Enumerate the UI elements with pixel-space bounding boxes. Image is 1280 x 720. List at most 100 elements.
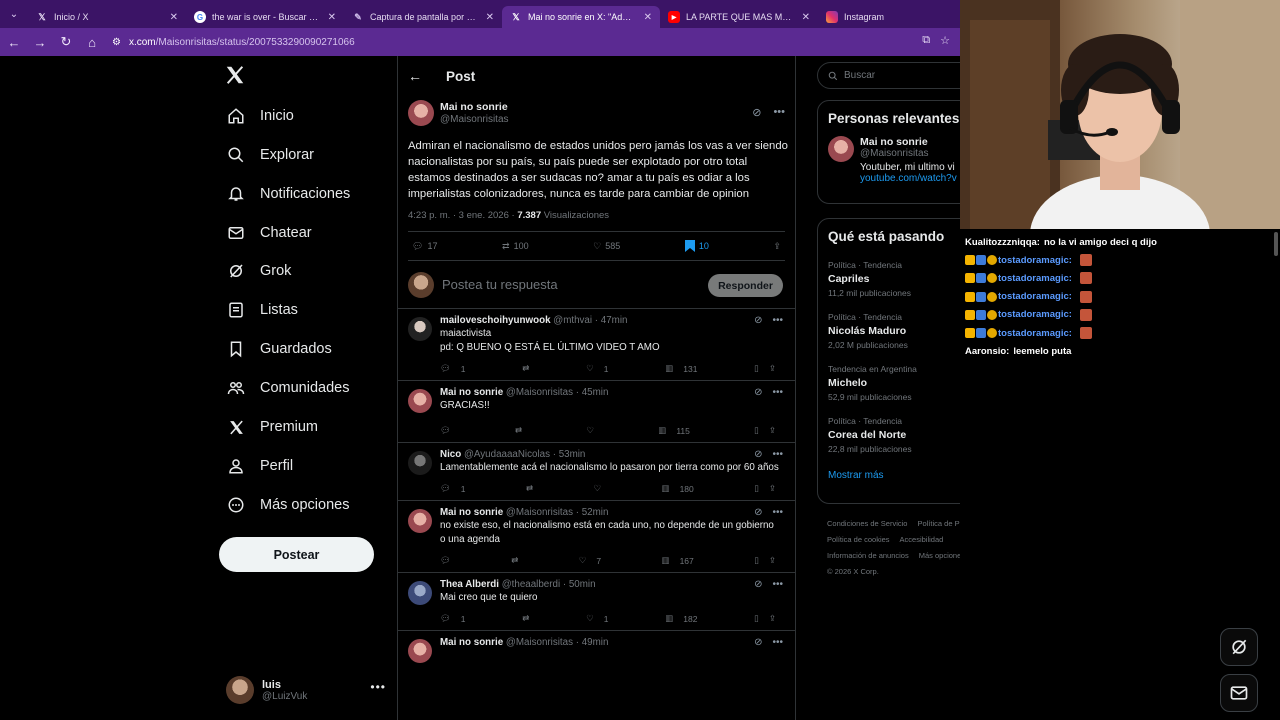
close-tab-icon[interactable]: ✕ [328, 12, 336, 23]
like-button[interactable]: ♡ 1 [586, 613, 608, 624]
account-switcher[interactable]: luis @LuizVuk ••• [226, 674, 386, 706]
reply-button[interactable]: 💬︎ 1 [440, 483, 466, 494]
avatar[interactable] [408, 639, 432, 663]
grok-icon[interactable]: ⊘ [754, 637, 762, 648]
grok-icon[interactable]: ⊘ [752, 106, 761, 119]
repost-icon[interactable]: ⇄ [522, 363, 529, 374]
reply-button[interactable]: 💬︎ 1 [440, 363, 466, 374]
grok-icon[interactable]: ⊘ [754, 449, 762, 460]
avatar[interactable] [408, 317, 432, 341]
bookmark-icon[interactable]: ▯ [754, 483, 759, 494]
views-stat[interactable]: ▥ 131 [665, 363, 697, 374]
tab-youtube[interactable]: ▶ LA PARTE QUE MAS ME GUSTA ✕ [660, 6, 818, 28]
grok-icon[interactable]: ⊘ [754, 387, 762, 398]
repost-icon[interactable]: ⇄ [515, 425, 522, 436]
grok-icon[interactable]: ⊘ [754, 579, 762, 590]
reload-icon[interactable]: ↻ [54, 30, 78, 54]
nav-notificaciones[interactable]: Notificaciones [226, 179, 350, 209]
nav-mas-opciones[interactable]: Más opciones [226, 490, 349, 520]
more-dots-icon[interactable]: ••• [772, 449, 783, 460]
reply-item[interactable]: ⊘ ••• Nico @AyudaaaaNicolas · 53min Lamen… [398, 443, 795, 501]
more-dots-icon[interactable]: ••• [370, 680, 386, 694]
grok-icon[interactable]: ⊘ [754, 315, 762, 326]
close-tab-icon[interactable]: ✕ [644, 12, 652, 23]
tab-inicio[interactable]: 𝕏 Inicio / X ✕ [28, 6, 186, 28]
avatar[interactable] [408, 100, 434, 126]
like-button[interactable]: ♡ 585 [593, 241, 620, 252]
repost-icon[interactable]: ⇄ [522, 613, 529, 624]
nav-listas[interactable]: Listas [226, 295, 298, 325]
like-button[interactable]: ♡ 1 [586, 363, 608, 374]
grok-icon[interactable]: ⊘ [754, 507, 762, 518]
messages-fab-button[interactable] [1220, 674, 1258, 712]
views-stat[interactable]: ▥ 115 [658, 425, 690, 436]
forward-arrow-icon[interactable]: → [28, 30, 52, 54]
like-button[interactable]: ♡ 7 [579, 555, 601, 566]
nav-perfil[interactable]: Perfil [226, 451, 293, 481]
share-icon[interactable]: ⇪ [769, 425, 776, 436]
avatar[interactable] [408, 451, 432, 475]
reply-item[interactable]: ⊘ ••• Mai no sonrie @Maisonrisitas · 45mi… [398, 381, 795, 443]
back-arrow-icon[interactable]: ← [408, 68, 426, 84]
more-dots-icon[interactable]: ••• [772, 507, 783, 518]
bookmark-icon[interactable]: ▯ [754, 363, 759, 374]
post-button[interactable]: Postear [219, 537, 374, 572]
bookmark-icon[interactable]: ▯ [754, 555, 759, 566]
reply-item[interactable]: ⊘ ••• mailoveschoihyunwook @mthvai · 47mi… [398, 309, 795, 381]
share-icon[interactable]: ⇪ [773, 241, 781, 252]
tab-lightshot[interactable]: ✎ Captura de pantalla por Lightshot ✕ [344, 6, 502, 28]
reply-icon[interactable]: 💬︎ [440, 425, 451, 436]
site-info-icon[interactable]: ⚙ [112, 37, 121, 48]
avatar[interactable] [408, 581, 432, 605]
nav-grok[interactable]: Grok [226, 256, 291, 286]
avatar[interactable] [408, 389, 432, 413]
reply-input[interactable]: Postea tu respuesta [442, 277, 558, 292]
install-app-icon[interactable]: ⧉ [922, 34, 930, 47]
views-stat[interactable]: ▥ 180 [662, 483, 694, 494]
reply-item[interactable]: ⊘ ••• Mai no sonrie @Maisonrisitas · 49mi… [398, 631, 795, 669]
tab-instagram[interactable]: Instagram [818, 6, 976, 28]
avatar[interactable] [828, 136, 854, 162]
back-arrow-icon[interactable]: ← [2, 30, 26, 54]
nav-guardados[interactable]: Guardados [226, 334, 332, 364]
tab-google-search[interactable]: G the war is over - Buscar con Google ✕ [186, 6, 344, 28]
bookmark-star-icon[interactable]: ☆ [940, 34, 950, 47]
views-stat[interactable]: ▥ 182 [665, 613, 697, 624]
nav-comunidades[interactable]: Comunidades [226, 373, 349, 403]
reply-button[interactable]: 💬︎ 1 [440, 613, 466, 624]
bookmark-button[interactable]: 10 [684, 240, 709, 252]
reply-item[interactable]: ⊘ ••• Mai no sonrie @Maisonrisitas · 52mi… [398, 501, 795, 573]
more-dots-icon[interactable]: ••• [772, 387, 783, 398]
reply-icon[interactable]: 💬︎ [440, 555, 451, 566]
heart-icon[interactable]: ♡ [594, 483, 602, 494]
views-stat[interactable]: ▥ 167 [662, 555, 694, 566]
x-logo-icon[interactable] [224, 64, 248, 88]
close-tab-icon[interactable]: ✕ [486, 12, 494, 23]
grok-fab-button[interactable] [1220, 628, 1258, 666]
avatar[interactable] [408, 509, 432, 533]
share-icon[interactable]: ⇪ [769, 483, 776, 494]
nav-inicio[interactable]: Inicio [226, 101, 294, 131]
more-dots-icon[interactable]: ••• [772, 315, 783, 326]
tab-mai-post[interactable]: 𝕏 Mai no sonrie en X: "Admiran el nacion… [502, 6, 660, 28]
share-icon[interactable]: ⇪ [769, 555, 776, 566]
nav-premium[interactable]: Premium [226, 412, 318, 442]
repost-icon[interactable]: ⇄ [526, 483, 533, 494]
url-field[interactable]: ⚙ x.com/Maisonrisitas/status/20075332900… [112, 32, 355, 52]
tab-search-chevron-icon[interactable]: ⌄ [0, 0, 28, 28]
repost-button[interactable]: ⇄ 100 [502, 241, 529, 252]
bookmark-icon[interactable]: ▯ [754, 425, 759, 436]
home-icon[interactable]: ⌂ [80, 30, 104, 54]
reply-button[interactable]: 💬︎ 17 [412, 241, 437, 252]
post-author-name[interactable]: Mai no sonrie [440, 101, 509, 113]
more-dots-icon[interactable]: ••• [772, 637, 783, 648]
heart-icon[interactable]: ♡ [586, 425, 594, 436]
close-tab-icon[interactable]: ✕ [802, 12, 810, 23]
page-scrollbar[interactable] [1274, 232, 1278, 256]
close-tab-icon[interactable]: ✕ [170, 12, 178, 23]
more-dots-icon[interactable]: ••• [773, 106, 785, 119]
reply-item[interactable]: ⊘ ••• Thea Alberdi @theaalberdi · 50min M… [398, 573, 795, 631]
nav-chatear[interactable]: Chatear [226, 218, 312, 248]
share-icon[interactable]: ⇪ [769, 363, 776, 374]
repost-icon[interactable]: ⇄ [511, 555, 518, 566]
